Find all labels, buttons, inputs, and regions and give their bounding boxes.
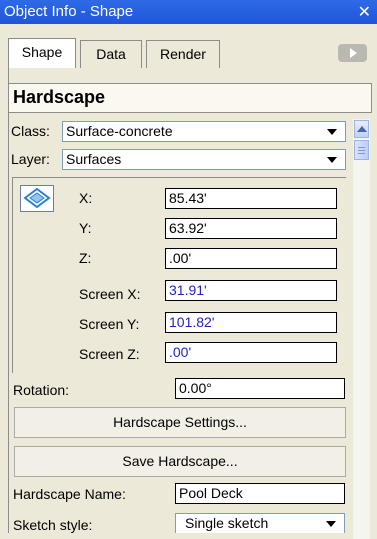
tab-render[interactable]: Render <box>146 40 220 68</box>
sketch-style-select[interactable]: Single sketch <box>175 513 345 533</box>
shape-type-glyph <box>23 187 51 209</box>
x-field[interactable]: 85.43' <box>165 188 337 209</box>
scroll-up-button[interactable] <box>354 120 369 138</box>
window-title: Object Info - Shape <box>4 3 134 20</box>
sketch-style-value: Single sketch <box>185 515 269 531</box>
save-hardscape-label: Save Hardscape... <box>122 453 238 469</box>
tab-shape-label: Shape <box>21 44 63 60</box>
save-hardscape-button[interactable]: Save Hardscape... <box>14 446 346 477</box>
scroll-right-icon <box>350 48 357 58</box>
x-value: 85.43' <box>169 190 207 206</box>
coord-group-border <box>12 177 13 373</box>
tab-data-label: Data <box>96 46 126 62</box>
tabs-scroll-right-button[interactable] <box>338 44 367 62</box>
y-value: 63.92' <box>169 220 207 236</box>
scroll-up-icon <box>357 126 367 132</box>
hardscape-name-field[interactable]: Pool Deck <box>175 483 345 504</box>
coord-group-border-top <box>12 177 346 178</box>
rotation-field[interactable]: 0.00° <box>175 378 345 399</box>
screen-z-field[interactable]: .00' <box>165 342 337 363</box>
hardscape-name-label: Hardscape Name: <box>13 486 126 502</box>
panel-border <box>8 68 9 533</box>
scrollbar-thumb[interactable] <box>354 140 369 160</box>
close-icon[interactable]: ✕ <box>358 2 371 22</box>
layer-select[interactable]: Surfaces <box>62 149 346 170</box>
tab-render-label: Render <box>160 46 206 62</box>
screen-y-label: Screen Y: <box>79 316 140 332</box>
shape-type-icon[interactable] <box>20 185 54 212</box>
dropdown-arrow-icon <box>327 129 337 135</box>
y-label: Y: <box>79 220 92 236</box>
sketch-style-label: Sketch style: <box>13 517 93 533</box>
title-bar: Object Info - Shape ✕ <box>0 0 377 24</box>
dropdown-arrow-icon <box>326 521 336 527</box>
object-type-header: Hardscape <box>8 83 372 113</box>
class-value: Surface-concrete <box>66 123 173 139</box>
class-label: Class: <box>11 123 50 139</box>
screen-y-field[interactable]: 101.82' <box>165 312 337 333</box>
tab-data[interactable]: Data <box>80 40 142 68</box>
z-field[interactable]: .00' <box>165 248 337 269</box>
hardscape-settings-button[interactable]: Hardscape Settings... <box>14 407 346 438</box>
class-select[interactable]: Surface-concrete <box>62 121 346 142</box>
tab-shape[interactable]: Shape <box>8 38 76 68</box>
z-label: Z: <box>79 250 92 266</box>
layer-value: Surfaces <box>66 151 122 167</box>
screen-x-label: Screen X: <box>79 286 141 302</box>
screen-y-value: 101.82' <box>169 314 215 330</box>
rotation-label: Rotation: <box>13 382 70 398</box>
hardscape-name-value: Pool Deck <box>179 485 243 501</box>
screen-x-value: 31.91' <box>169 282 207 298</box>
vertical-scrollbar[interactable] <box>353 119 370 539</box>
screen-z-value: .00' <box>169 344 192 360</box>
object-type-title: Hardscape <box>13 87 106 107</box>
screen-x-field[interactable]: 31.91' <box>165 280 337 301</box>
hardscape-settings-label: Hardscape Settings... <box>113 414 247 430</box>
z-value: .00' <box>169 250 192 266</box>
y-field[interactable]: 63.92' <box>165 218 337 239</box>
x-label: X: <box>79 190 93 206</box>
rotation-value: 0.00° <box>179 380 212 396</box>
screen-z-label: Screen Z: <box>79 346 140 362</box>
layer-label: Layer: <box>11 151 50 167</box>
dropdown-arrow-icon <box>327 157 337 163</box>
